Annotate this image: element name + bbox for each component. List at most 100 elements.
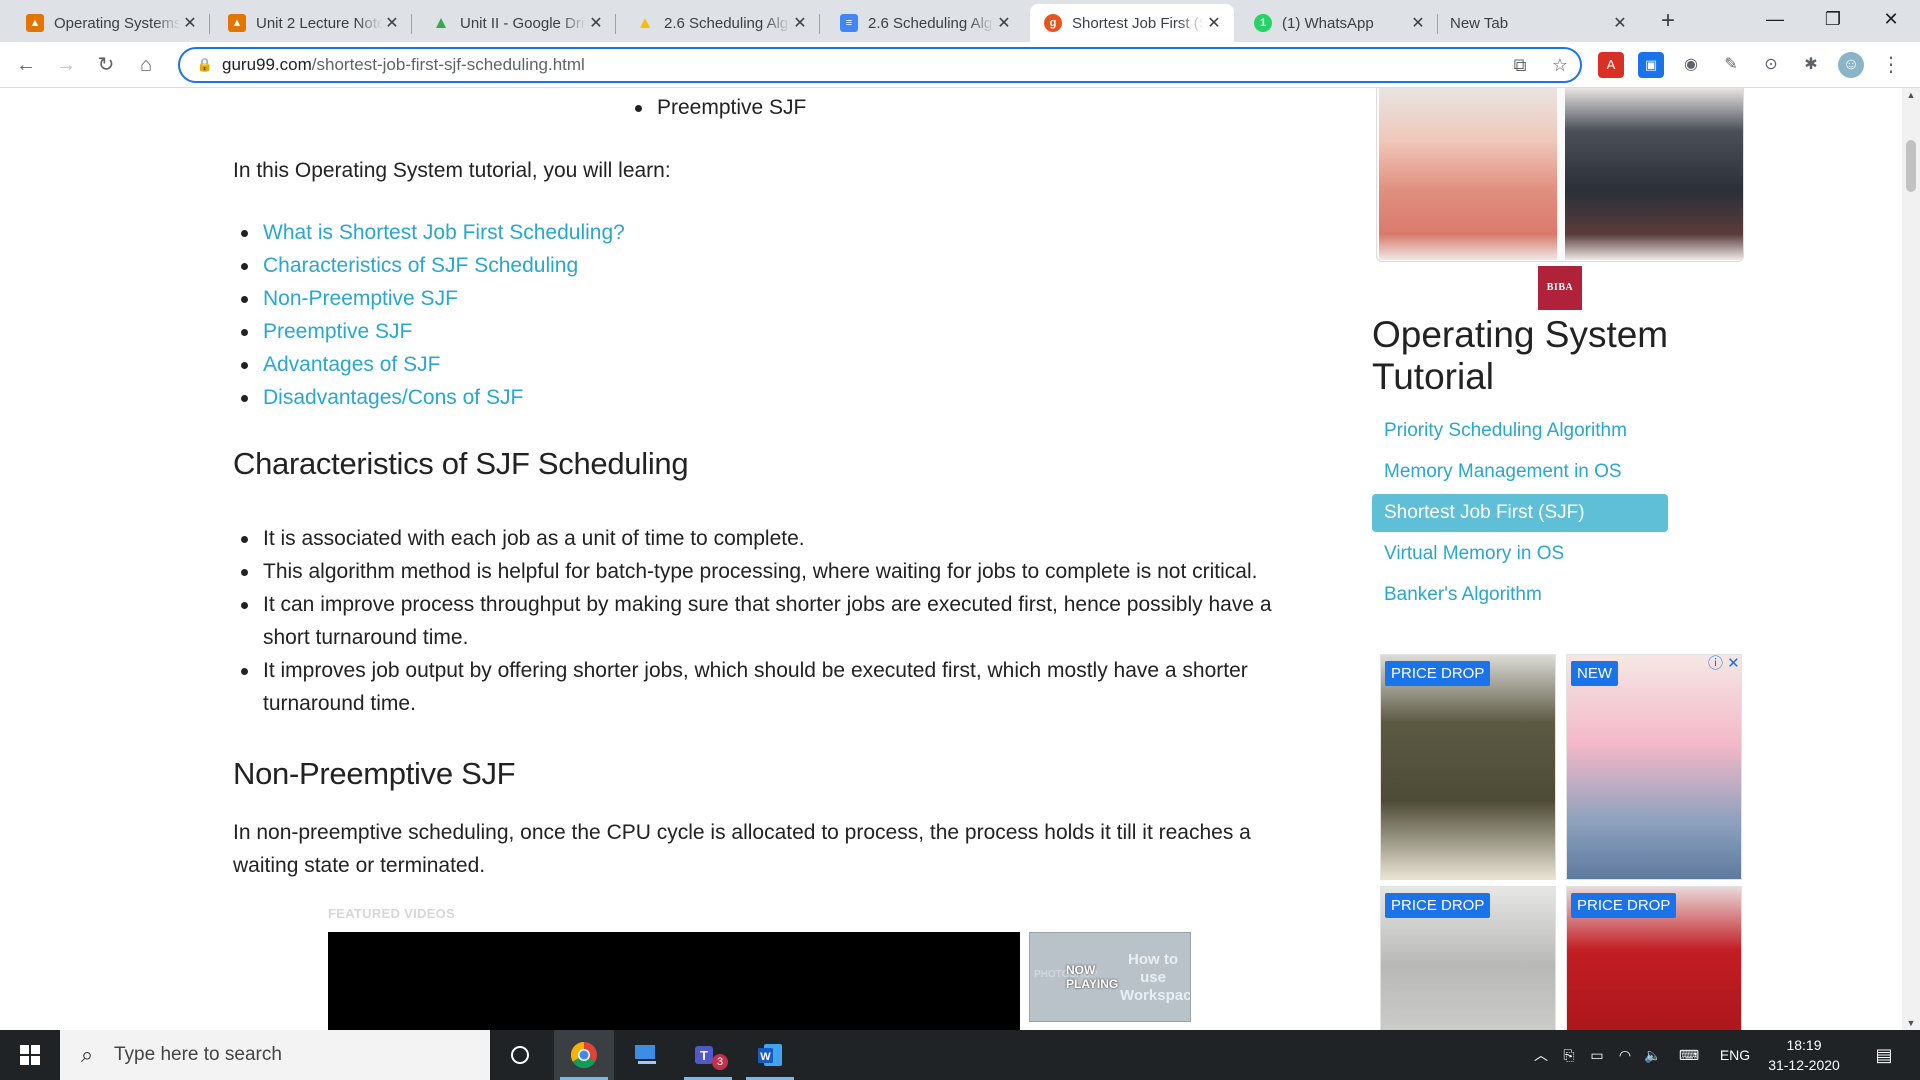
tab-shortest-job-first[interactable]: g Shortest Job First (SJF) ✕ [1030, 4, 1234, 42]
ad-product-tile[interactable]: PRICE DROP [1380, 654, 1556, 880]
profile-avatar[interactable]: ☺ [1838, 52, 1864, 78]
fashion-ad-banner[interactable] [1376, 88, 1744, 262]
scroll-down-arrow-icon[interactable]: ▼ [1902, 1018, 1920, 1028]
close-tab-icon[interactable]: ✕ [1204, 13, 1224, 33]
start-button[interactable] [0, 1030, 60, 1080]
camera-extension-icon[interactable]: ◉ [1678, 52, 1704, 78]
screen-extension-icon[interactable]: ▣ [1638, 52, 1664, 78]
back-arrow-icon[interactable]: ← [10, 49, 42, 81]
url-text[interactable]: guru99.com/shortest-job-first-sjf-schedu… [222, 55, 1500, 75]
home-icon[interactable]: ⌂ [130, 49, 162, 81]
sidebar-item-bankers-algorithm[interactable]: Banker's Algorithm [1372, 576, 1668, 614]
system-clock[interactable]: 18:19 31-12-2020 [1760, 1035, 1848, 1075]
price-drop-badge: PRICE DROP [1385, 893, 1491, 918]
close-tab-icon[interactable]: ✕ [790, 13, 810, 33]
taskbar-file-explorer[interactable] [616, 1030, 676, 1080]
taskbar-search-box[interactable]: ⌕ Type here to search [60, 1030, 490, 1080]
toc-link[interactable]: What is Shortest Job First Scheduling? [263, 221, 625, 244]
clock-date: 31-12-2020 [1768, 1057, 1840, 1073]
forward-arrow-icon[interactable]: → [50, 49, 82, 81]
tab-google-drive[interactable]: ▲ Unit II - Google Drive ✕ [418, 4, 616, 42]
tab-scheduling-docs[interactable]: ≡ 2.6 Scheduling Algorithms ✕ [826, 4, 1024, 42]
sidebar-item-memory-management[interactable]: Memory Management in OS [1372, 453, 1668, 491]
new-tab-button[interactable]: + [1654, 8, 1682, 36]
eyedropper-extension-icon[interactable]: ✎ [1718, 52, 1744, 78]
toc-link[interactable]: Preemptive SJF [263, 320, 412, 343]
whatsapp-icon: 1 [1254, 14, 1272, 32]
minimize-button[interactable]: — [1746, 0, 1804, 38]
tab-unit2-lecture-notes[interactable]: ▲ Unit 2 Lecture Notes ✕ [214, 4, 412, 42]
cortana-button[interactable] [490, 1030, 550, 1080]
list-item: Preemptive SJF [627, 91, 1027, 124]
taskbar-word[interactable]: W [740, 1030, 800, 1080]
list-item: It can improve process throughput by mak… [233, 588, 1283, 654]
scroll-up-arrow-icon[interactable]: ▲ [1902, 90, 1920, 100]
new-badge: NEW [1571, 661, 1618, 686]
svg-text:T: T [700, 1048, 708, 1063]
sidebar-item-priority-scheduling[interactable]: Priority Scheduling Algorithm [1372, 412, 1668, 450]
guru99-favicon-icon: g [1044, 14, 1062, 32]
notification-center-icon[interactable]: ▤ [1864, 1030, 1904, 1080]
toc-link[interactable]: Characteristics of SJF Scheduling [263, 254, 578, 277]
taskbar-chrome[interactable] [554, 1030, 614, 1080]
language-indicator[interactable]: ENG [1714, 1030, 1756, 1080]
ad-info-close-icon[interactable]: ⓘ ✕ [1708, 652, 1740, 673]
taskbar-teams[interactable]: T 3 [678, 1030, 738, 1080]
video-player[interactable] [328, 932, 1020, 1030]
tab-new-tab[interactable]: New Tab ✕ [1436, 4, 1640, 42]
address-bar[interactable]: 🔒 guru99.com/shortest-job-first-sjf-sche… [178, 47, 1582, 83]
menu-kebab-icon[interactable]: ⋮ [1878, 52, 1904, 78]
close-tab-icon[interactable]: ✕ [382, 13, 402, 33]
toc-link[interactable]: Advantages of SJF [263, 353, 440, 376]
lock-icon[interactable]: 🔒 [188, 57, 222, 73]
tray-meet-now-icon[interactable]: ⎘ [1556, 1030, 1582, 1080]
reload-icon[interactable]: ↻ [90, 49, 122, 81]
pdf-extension-icon[interactable]: A [1598, 52, 1624, 78]
google-docs-icon: ≡ [840, 14, 858, 32]
tab-strip: ▲ Operating Systems ✕ ▲ Unit 2 Lecture N… [0, 0, 1920, 42]
top-bullet-list: Preemptive SJF [627, 91, 1027, 124]
bookmark-star-icon[interactable]: ☆ [1540, 55, 1580, 76]
close-window-button[interactable]: ✕ [1862, 0, 1920, 38]
extensions-puzzle-icon[interactable]: ✱ [1798, 52, 1824, 78]
clock-time: 18:19 [1786, 1037, 1822, 1053]
cast-icon[interactable]: ⧉ [1500, 55, 1540, 76]
tray-chevron-up-icon[interactable]: ︿ [1528, 1030, 1554, 1080]
sidebar-item-shortest-job-first[interactable]: Shortest Job First (SJF) [1372, 494, 1668, 532]
tray-wifi-icon[interactable]: ◠ [1612, 1030, 1638, 1080]
code-extension-icon[interactable]: ⊙ [1758, 52, 1784, 78]
page-viewport: Preemptive SJF In this Operating System … [0, 88, 1920, 1030]
google-drive-icon: ▲ [636, 13, 654, 32]
toc-link[interactable]: Non-Preemptive SJF [263, 287, 458, 310]
scroll-thumb[interactable] [1906, 140, 1916, 192]
toc-item: What is Shortest Job First Scheduling? [233, 216, 933, 249]
restore-button[interactable]: ❐ [1804, 0, 1862, 38]
ad-product-image[interactable] [1565, 88, 1743, 260]
list-item: It improves job output by offering short… [233, 654, 1273, 720]
toc-link[interactable]: Disadvantages/Cons of SJF [263, 386, 523, 409]
search-icon: ⌕ [80, 1042, 94, 1067]
sidebar-item-virtual-memory[interactable]: Virtual Memory in OS [1372, 535, 1668, 573]
svg-text:W: W [760, 1051, 771, 1063]
tab-separator [819, 14, 820, 34]
ad-product-tile[interactable]: PRICE DROP [1380, 886, 1556, 1030]
tray-keyboard-icon[interactable]: ⌨ [1672, 1030, 1706, 1080]
close-tab-icon[interactable]: ✕ [586, 13, 606, 33]
tab-whatsapp[interactable]: 1 (1) WhatsApp ✕ [1240, 4, 1438, 42]
tab-scheduling-drive[interactable]: ▲ 2.6 Scheduling Algorithms ✕ [622, 4, 820, 42]
video-thumbnail[interactable]: PHOTOSHOP NOW PLAYING How to use Workspa… [1029, 932, 1191, 1022]
close-tab-icon[interactable]: ✕ [1408, 13, 1428, 33]
tray-battery-icon[interactable]: ▭ [1584, 1030, 1610, 1080]
close-tab-icon[interactable]: ✕ [1610, 13, 1630, 33]
tray-volume-icon[interactable]: 🔈 [1640, 1030, 1666, 1080]
tab-operating-systems[interactable]: ▲ Operating Systems ✕ [12, 4, 210, 42]
ad-product-image[interactable] [1379, 88, 1557, 260]
search-placeholder: Type here to search [114, 1044, 282, 1065]
ad-product-tile[interactable]: NEW [1566, 654, 1742, 880]
ad-product-tile[interactable]: PRICE DROP [1566, 886, 1742, 1030]
page-scrollbar[interactable]: ▲ ▼ [1902, 88, 1920, 1030]
close-tab-icon[interactable]: ✕ [994, 13, 1014, 33]
close-tab-icon[interactable]: ✕ [180, 13, 200, 33]
biba-logo[interactable]: BIBA [1538, 266, 1582, 310]
toc-item: Disadvantages/Cons of SJF [233, 381, 933, 414]
